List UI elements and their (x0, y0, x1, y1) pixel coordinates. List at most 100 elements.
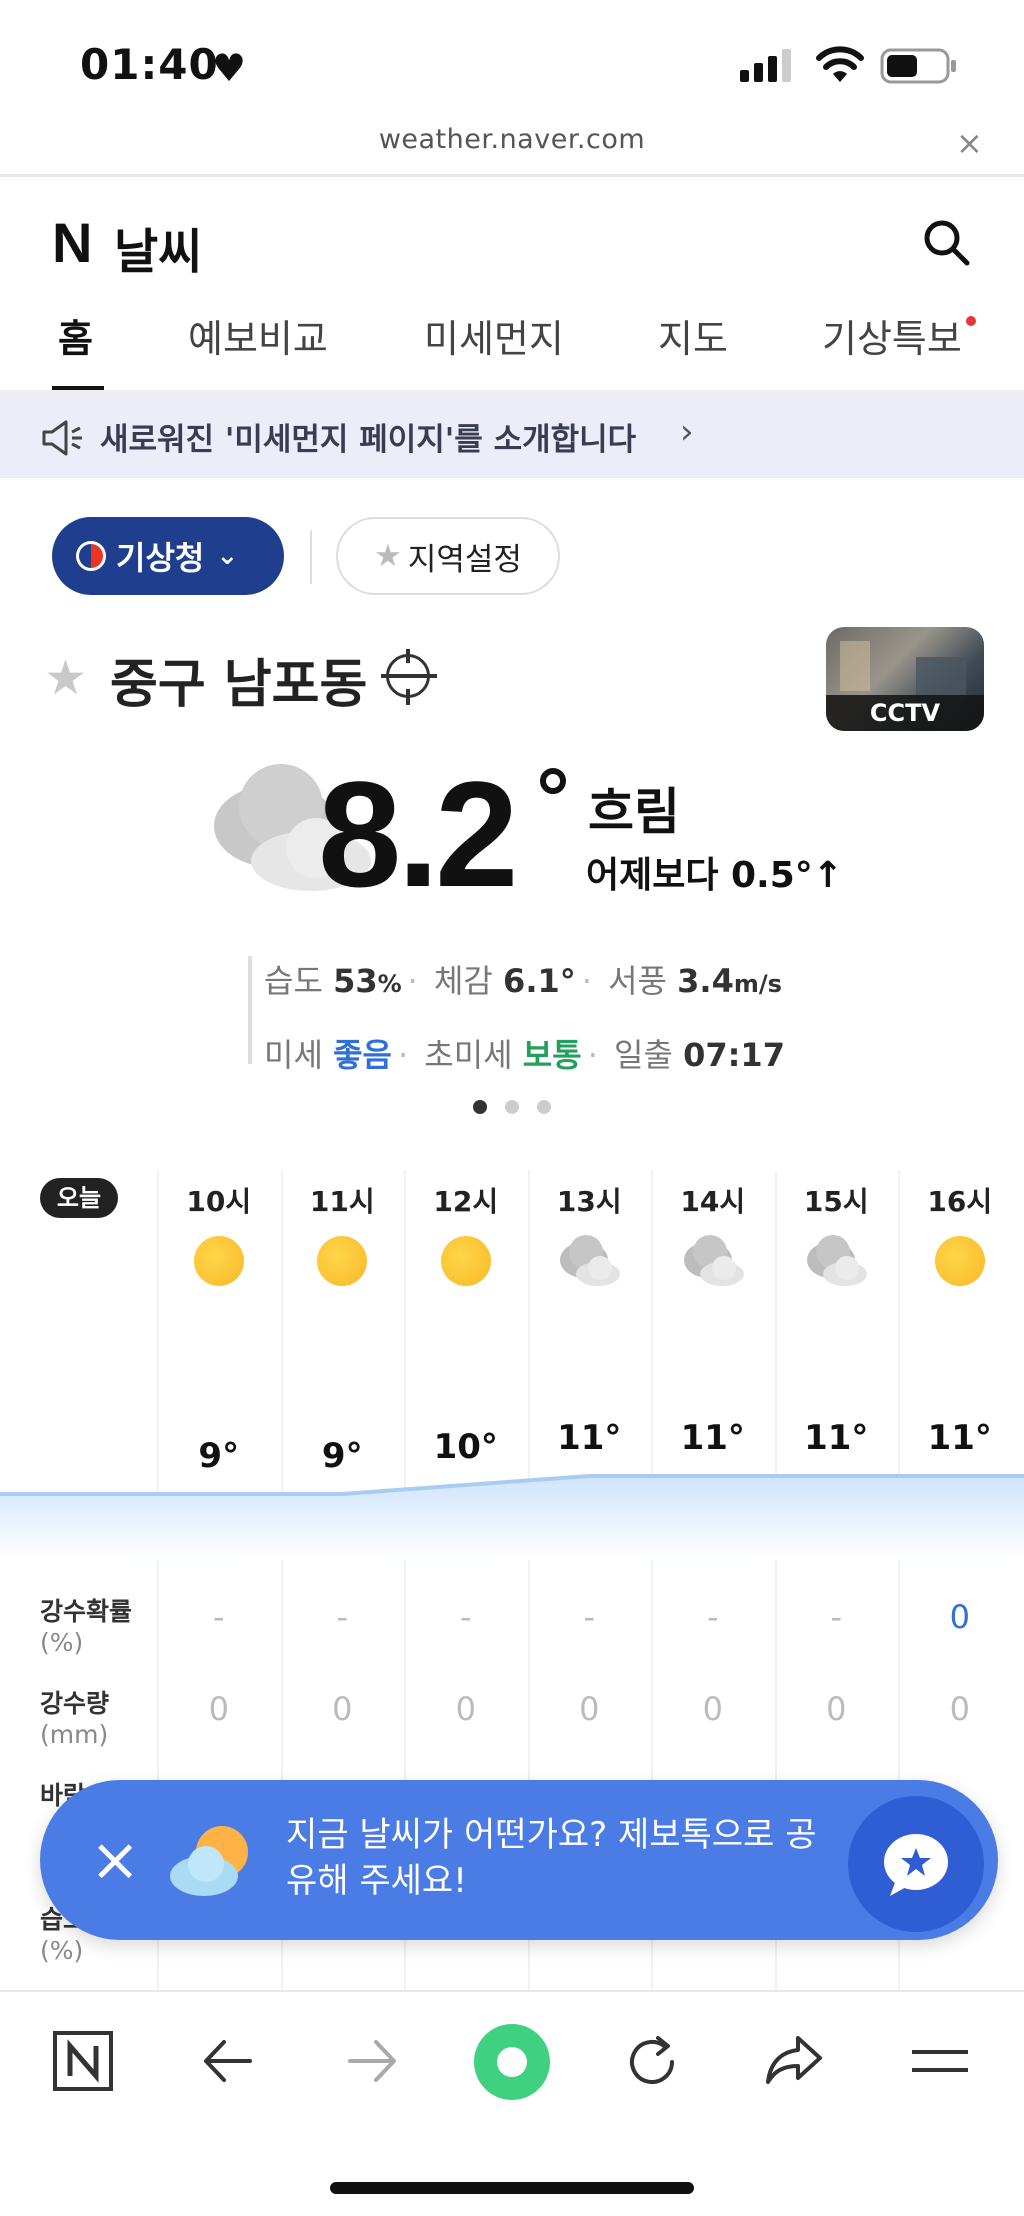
provider-label: 기상청 (116, 539, 205, 577)
sunrise-value: 07:17 (683, 1036, 785, 1074)
humidity-unit: % (377, 970, 402, 998)
precip-prob-cell: - (336, 1598, 349, 1636)
wind-value: 3.4 (677, 962, 734, 1000)
humidity-label: 습도 (264, 962, 323, 1000)
feels-label: 체감 (433, 962, 493, 1000)
home-indicator (330, 2182, 694, 2194)
battery-icon (880, 48, 956, 84)
close-icon[interactable]: × (956, 124, 983, 162)
cctv-label: CCTV (826, 695, 984, 731)
url-bar[interactable]: weather.naver.com (0, 124, 1024, 155)
forward-arrow-icon[interactable] (344, 2036, 400, 2086)
detail-row-1: 습도 53% · 체감 6.1° · 서풍 3.4m/s (264, 962, 782, 1000)
sun-cloud-icon (170, 1826, 248, 1896)
hour-label: 16시 (927, 1185, 993, 1218)
toast-text: 지금 날씨가 어떤가요? 제보톡으로 공유해 주세요! (286, 1815, 817, 1901)
provider-select[interactable]: 기상청 ⌄ (52, 517, 284, 595)
sun-icon (934, 1236, 985, 1286)
ultrafine-value: 보통 (522, 1036, 582, 1074)
chevron-down-icon: ⌄ (216, 541, 239, 571)
refresh-icon[interactable] (622, 2032, 682, 2092)
divider (0, 174, 1024, 177)
feels-value: 6.1° (503, 962, 576, 1000)
precip-prob-cell: - (212, 1598, 225, 1636)
green-dot-icon[interactable] (472, 2022, 552, 2102)
current-temperature: 8.2 (318, 750, 519, 918)
report-talk-button[interactable] (848, 1796, 984, 1932)
location-name: 중구 남포동 (110, 655, 368, 715)
signal-icon (740, 49, 791, 82)
tab-forecast-compare[interactable]: 예보비교 (188, 308, 328, 363)
precip-amount-cell: 0 (208, 1690, 229, 1728)
sunrise-label: 일출 (614, 1036, 673, 1074)
star-icon: ★ (374, 538, 402, 574)
chat-star-icon (884, 1834, 948, 1896)
ultrafine-label: 초미세 (424, 1036, 513, 1074)
share-icon[interactable] (762, 2032, 826, 2088)
page-title[interactable]: 날씨 (114, 212, 202, 282)
cloud-icon (683, 1235, 744, 1286)
pm-value: 좋음 (333, 1036, 392, 1074)
cloud-icon (560, 1235, 621, 1286)
status-time: 01:40 (80, 40, 219, 89)
search-icon[interactable] (922, 218, 972, 268)
hour-label: 14시 (680, 1185, 746, 1218)
precip-amount-cell: 0 (826, 1690, 847, 1728)
current-location-icon[interactable] (381, 649, 437, 705)
heart-icon: ♥ (212, 46, 247, 90)
hour-label: 10시 (186, 1185, 252, 1218)
wifi-icon (816, 46, 864, 82)
alert-dot (966, 316, 976, 326)
precip-amount-cell: 0 (702, 1690, 723, 1728)
cloud-icon (807, 1235, 868, 1286)
pager-dot[interactable] (505, 1100, 519, 1114)
pm-label: 미세 (264, 1036, 323, 1074)
region-setting-button[interactable]: ★ 지역설정 (336, 517, 560, 595)
close-icon[interactable]: × (90, 1830, 140, 1890)
weather-app: 01:40 ♥ weather.naver.com × N 날씨 홈 예보비교 … (0, 0, 1024, 2216)
precip-prob-cell: 0 (949, 1598, 970, 1636)
precip-amount-cell: 0 (949, 1690, 970, 1728)
wind-label: 서풍 (608, 962, 667, 1000)
sun-icon (317, 1236, 368, 1286)
today-badge: 오늘 (40, 1178, 118, 1218)
hour-label: 13시 (556, 1185, 622, 1218)
precip-prob-cell: - (830, 1598, 843, 1636)
pager-dot[interactable] (537, 1100, 551, 1114)
temperature-compare: 어제보다 0.5°↑ (586, 855, 843, 896)
precip-amount-label: 강수량 (mm) (40, 1689, 110, 1750)
tab-weather-alert[interactable]: 기상특보 (822, 308, 962, 363)
precip-amount-cell: 0 (579, 1690, 600, 1728)
cctv-thumbnail[interactable]: CCTV (826, 627, 984, 731)
hour-label: 12시 (433, 1185, 499, 1218)
temperature-graph (0, 1474, 1024, 1560)
region-setting-label: 지역설정 (407, 541, 522, 578)
detail-row-2: 미세 좋음 · 초미세 보통 · 일출 07:17 (264, 1036, 785, 1074)
naver-home-icon[interactable] (52, 2030, 114, 2092)
notice-text[interactable]: 새로워진 '미세먼지 페이지'를 소개합니다 (100, 414, 636, 459)
current-condition: 흐림 (588, 783, 680, 841)
divider (248, 956, 252, 1064)
chevron-right-icon: › (680, 412, 694, 452)
precip-prob-label: 강수확률 (%) (40, 1597, 133, 1658)
tab-fine-dust[interactable]: 미세먼지 (424, 308, 564, 363)
naver-logo[interactable]: N (52, 210, 92, 275)
precip-prob-cell: - (459, 1598, 472, 1636)
tab-home[interactable]: 홈 (58, 308, 93, 363)
wind-unit: m/s (733, 970, 782, 998)
divider (310, 530, 312, 584)
kma-logo-icon (76, 541, 106, 571)
favorite-star-icon[interactable]: ★ (44, 650, 87, 706)
hour-label: 11시 (309, 1185, 375, 1218)
sun-icon (193, 1236, 244, 1286)
tab-map[interactable]: 지도 (658, 308, 728, 363)
hour-label: 15시 (803, 1185, 869, 1218)
menu-icon[interactable] (908, 2044, 972, 2080)
back-arrow-icon[interactable] (200, 2036, 256, 2086)
pager-dot-active[interactable] (473, 1100, 487, 1114)
humidity-value: 53 (333, 962, 378, 1000)
precip-amount-cell: 0 (332, 1690, 353, 1728)
precip-prob-cell: - (706, 1598, 719, 1636)
precip-amount-cell: 0 (455, 1690, 476, 1728)
megaphone-icon (42, 420, 82, 456)
